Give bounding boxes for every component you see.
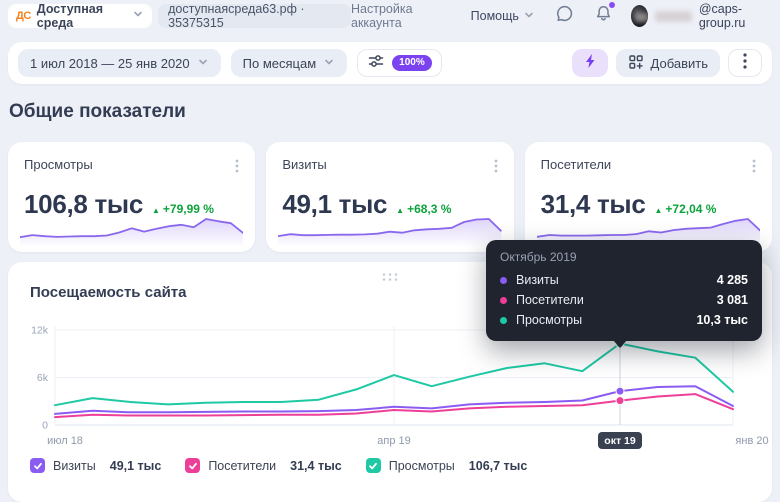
chart-tooltip: Октябрь 2019 Визиты 4 285 Посетители 3 0… [486,240,762,341]
tooltip-value: 4 285 [717,273,748,287]
widgets-grid-icon [628,54,644,73]
checkbox-visitors[interactable] [185,458,200,473]
lightning-icon [583,53,597,74]
kebab-icon [743,53,747,74]
legend-label: Посетители [208,459,276,473]
tooltip-label: Визиты [516,273,559,287]
counter-favicon: ДС [16,10,31,22]
toolbar: 1 июл 2018 — 25 янв 2020 По месяцам 100%… [8,42,772,84]
granularity-button[interactable]: По месяцам [231,49,348,77]
legend-value: 31,4 тыс [290,459,342,473]
sparkline [20,213,243,247]
tooltip-value: 3 081 [717,293,748,307]
chart-legend: Визиты 49,1 тыс Посетители 31,4 тыс Прос… [30,458,527,473]
account-settings-link[interactable]: Настройка аккаунта [351,2,445,30]
legend-item-visits[interactable]: Визиты 49,1 тыс [30,458,161,473]
svg-text:апр 19: апр 19 [377,435,410,447]
add-widget-label: Добавить [651,56,708,71]
chevron-down-icon [523,9,535,24]
metric-card-visitors: Посетители 31,4 тыс ▲+72,04 % [525,142,772,252]
kebab-icon[interactable] [492,157,500,180]
date-range-button[interactable]: 1 июл 2018 — 25 янв 2020 [18,49,221,77]
metric-card-visits: Визиты 49,1 тыс ▲+68,3 % [266,142,513,252]
metrics-row: Просмотры 106,8 тыс ▲+79,99 % Визиты 49,… [8,142,772,252]
counter-domain-id: доступнаясреда63.рф · 35375315 [158,4,351,28]
svg-text:июл 18: июл 18 [47,435,83,447]
checkbox-visits[interactable] [30,458,45,473]
chevron-down-icon [132,7,144,25]
metrica-dashboard: ДС Доступная среда доступнаясреда63.рф ·… [0,0,780,472]
counter-name: Доступная среда [37,2,126,30]
svg-text:6k: 6k [37,372,49,384]
checkbox-views[interactable] [366,458,381,473]
tooltip-title: Октябрь 2019 [500,250,748,264]
chat-icon [555,4,574,28]
user-email: @caps-group.ru [699,2,770,30]
legend-label: Визиты [53,459,96,473]
kebab-icon[interactable] [233,157,241,180]
notifications-button[interactable] [594,4,613,28]
svg-text:окт 19: окт 19 [604,435,636,447]
avatar [631,5,648,27]
date-range-label: 1 июл 2018 — 25 янв 2020 [30,56,190,71]
legend-item-views[interactable]: Просмотры 106,7 тыс [366,458,528,473]
metric-title: Просмотры [24,157,93,172]
account-menu[interactable]: @caps-group.ru [631,2,770,30]
counter-switcher[interactable]: ДС Доступная среда [8,4,152,28]
topbar: ДС Доступная среда доступнаясреда63.рф ·… [0,0,780,32]
tooltip-value: 10,3 тыс [696,313,748,327]
sparkline [278,213,501,247]
masked-username [655,11,691,22]
sampling-badge: 100% [392,55,432,71]
counter-info-text: доступнаясреда63.рф · 35375315 [168,2,341,30]
metric-card-views: Просмотры 106,8 тыс ▲+79,99 % [8,142,255,252]
tooltip-label: Просмотры [516,313,582,327]
sliders-icon [367,52,385,75]
add-widget-button[interactable]: Добавить [616,49,720,77]
tooltip-row: Посетители 3 081 [500,290,748,310]
series-dot-views [500,317,507,324]
chat-button[interactable] [555,4,574,28]
legend-value: 49,1 тыс [110,459,162,473]
help-label: Помощь [471,9,519,23]
svg-text:янв 20: янв 20 [735,435,768,447]
series-dot-visitors [500,297,507,304]
legend-item-visitors[interactable]: Посетители 31,4 тыс [185,458,341,473]
series-dot-visits [500,277,507,284]
metric-title: Визиты [282,157,326,172]
kebab-icon[interactable] [750,157,758,180]
granularity-label: По месяцам [243,56,317,71]
metric-title: Посетители [541,157,612,172]
chevron-down-icon [197,56,209,71]
notification-dot [609,2,615,8]
tooltip-row: Просмотры 10,3 тыс [500,310,748,330]
help-menu[interactable]: Помощь [471,9,535,24]
more-menu-button[interactable] [728,49,762,77]
tooltip-label: Посетители [516,293,584,307]
sampling-button[interactable]: 100% [357,49,442,77]
page-title: Общие показатели [9,101,186,123]
chevron-down-icon [323,56,335,71]
toolbar-right: Добавить [572,49,762,77]
svg-text:12k: 12k [31,325,49,337]
legend-value: 106,7 тыс [469,459,528,473]
svg-text:0: 0 [42,420,48,432]
legend-label: Просмотры [389,459,455,473]
assistant-button[interactable] [572,49,608,77]
tooltip-row: Визиты 4 285 [500,270,748,290]
topbar-right: Настройка аккаунта Помощь @caps-group.ru [351,2,770,30]
